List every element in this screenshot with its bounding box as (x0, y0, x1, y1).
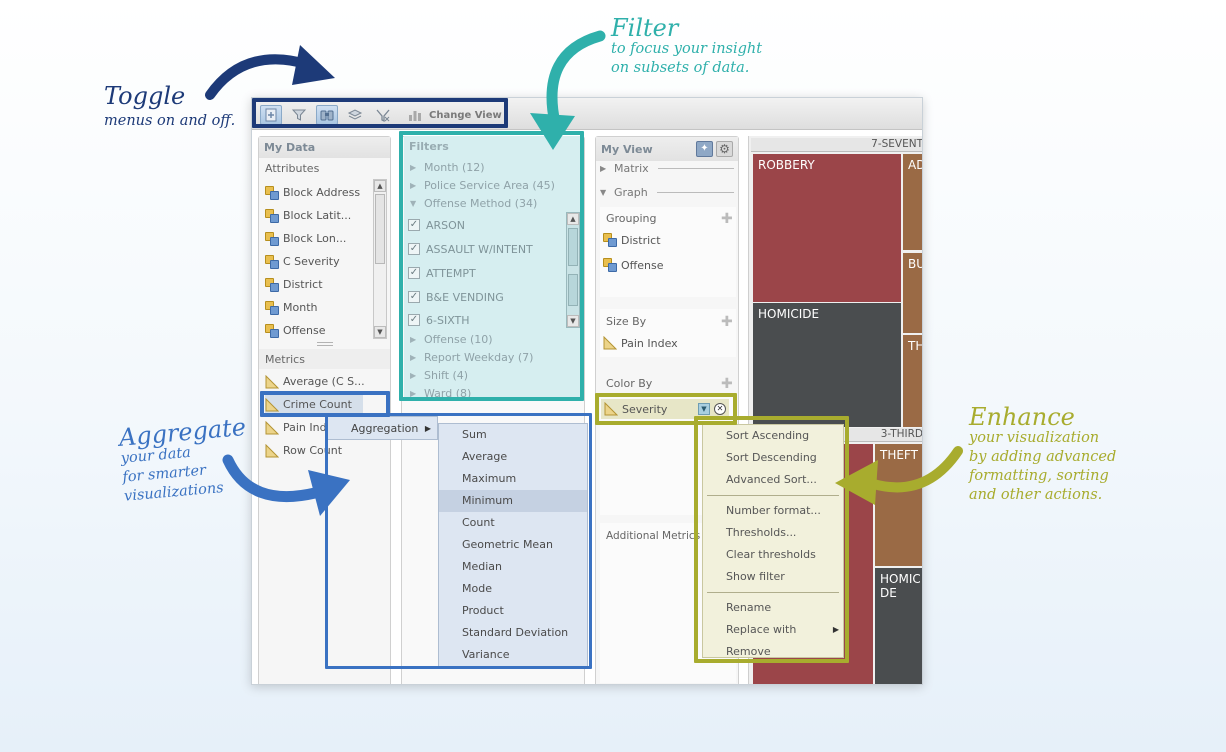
treemap-header-seventh: 7-SEVENT (751, 138, 922, 152)
treemap-cell-robbery[interactable]: ROBBERY (753, 154, 901, 302)
filter-arrow-icon (530, 30, 606, 150)
ruler-icon (265, 374, 279, 388)
treemap-cell-ad[interactable]: AD (903, 154, 922, 250)
matrix-toggle[interactable]: ▶ Matrix (600, 162, 734, 175)
toolbar-highlight (252, 98, 508, 128)
enhance-subtitle-3: formatting, sorting (969, 468, 1109, 484)
attribute-icon (265, 185, 279, 200)
aggregation-highlight (325, 413, 592, 669)
treemap-cell-bu[interactable]: BU (903, 253, 922, 333)
enhance-highlight (694, 416, 849, 663)
size-by-label: Size By (606, 315, 647, 328)
enhance-subtitle-2: by adding advanced (969, 449, 1117, 465)
ruler-icon (265, 420, 279, 434)
treemap-cell-homicide-third[interactable]: HOMICI DE (875, 568, 922, 684)
add-grouping-icon[interactable]: ✚ (721, 211, 733, 227)
attribute-block-address[interactable]: Block Address (265, 181, 360, 204)
scroll-thumb[interactable] (375, 194, 385, 264)
scroll-down-arrow-icon[interactable]: ▼ (374, 326, 386, 338)
metrics-label: Metrics (265, 353, 305, 366)
filter-title: Filter (611, 14, 679, 42)
gear-icon[interactable]: ⚙ (716, 141, 733, 157)
attributes-scrollbar[interactable]: ▲ ▼ (373, 179, 387, 339)
enhance-callout: Enhance your visualization by adding adv… (969, 405, 1116, 505)
attribute-icon (265, 231, 279, 246)
attribute-block-longitude[interactable]: Block Lon... (265, 227, 360, 250)
additional-metrics-label: Additional Metrics (606, 530, 701, 542)
treemap-cell-th[interactable]: TH (903, 335, 922, 427)
my-data-title: My Data (259, 137, 390, 158)
toggle-callout: Toggle menus on and off. (104, 84, 235, 131)
attribute-icon (603, 233, 617, 247)
enhance-subtitle-4: and other actions. (969, 487, 1103, 503)
treemap-cell-homicide[interactable]: HOMICIDE (753, 303, 901, 427)
attribute-icon (603, 258, 617, 272)
add-color-by-icon[interactable]: ✚ (721, 376, 733, 392)
filters-highlight (399, 131, 584, 401)
toggle-title: Toggle (104, 82, 186, 110)
attribute-district[interactable]: District (265, 273, 360, 296)
attribute-list: Block Address Block Latit... Block Lon..… (265, 181, 360, 342)
filter-callout: Filter to focus your insight on subsets … (611, 16, 762, 78)
graph-toggle[interactable]: ▼ Graph (600, 186, 734, 199)
attribute-icon (265, 254, 279, 269)
enhance-arrow-icon (835, 446, 963, 505)
grouping-item-offense[interactable]: Offense (603, 258, 663, 272)
grouping-label: Grouping (606, 212, 657, 225)
puzzle-icon[interactable]: ✦ (696, 141, 713, 157)
attribute-offense[interactable]: Offense (265, 319, 360, 342)
enhance-title: Enhance (969, 403, 1075, 431)
attribute-c-severity[interactable]: C Severity (265, 250, 360, 273)
attribute-block-latitude[interactable]: Block Latit... (265, 204, 360, 227)
my-view-header: My View ✦ ⚙ (596, 137, 738, 161)
toggle-subtitle: menus on and off. (104, 113, 236, 129)
color-by-label: Color By (606, 377, 653, 390)
attribute-icon (265, 323, 279, 338)
filter-subtitle-2: on subsets of data. (611, 60, 750, 76)
scroll-up-arrow-icon[interactable]: ▲ (374, 180, 386, 192)
size-by-pain-index[interactable]: Pain Index (603, 336, 678, 350)
add-size-by-icon[interactable]: ✚ (721, 314, 733, 330)
splitter-handle[interactable] (317, 342, 333, 346)
expand-icon: ▶ (600, 164, 607, 173)
filter-subtitle-1: to focus your insight (611, 41, 763, 57)
attribute-icon (265, 300, 279, 315)
aggregate-callout: Aggregate your data for smarter visualiz… (118, 413, 252, 507)
collapse-icon: ▼ (600, 188, 607, 197)
grouping-item-district[interactable]: District (603, 233, 661, 247)
attribute-icon (265, 208, 279, 223)
metric-average-c-severity[interactable]: Average (C S... (265, 370, 365, 393)
attribute-icon (265, 277, 279, 292)
attribute-month[interactable]: Month (265, 296, 360, 319)
enhance-subtitle-1: your visualization (969, 430, 1100, 446)
attributes-label: Attributes (265, 162, 320, 175)
ruler-icon (603, 336, 617, 350)
